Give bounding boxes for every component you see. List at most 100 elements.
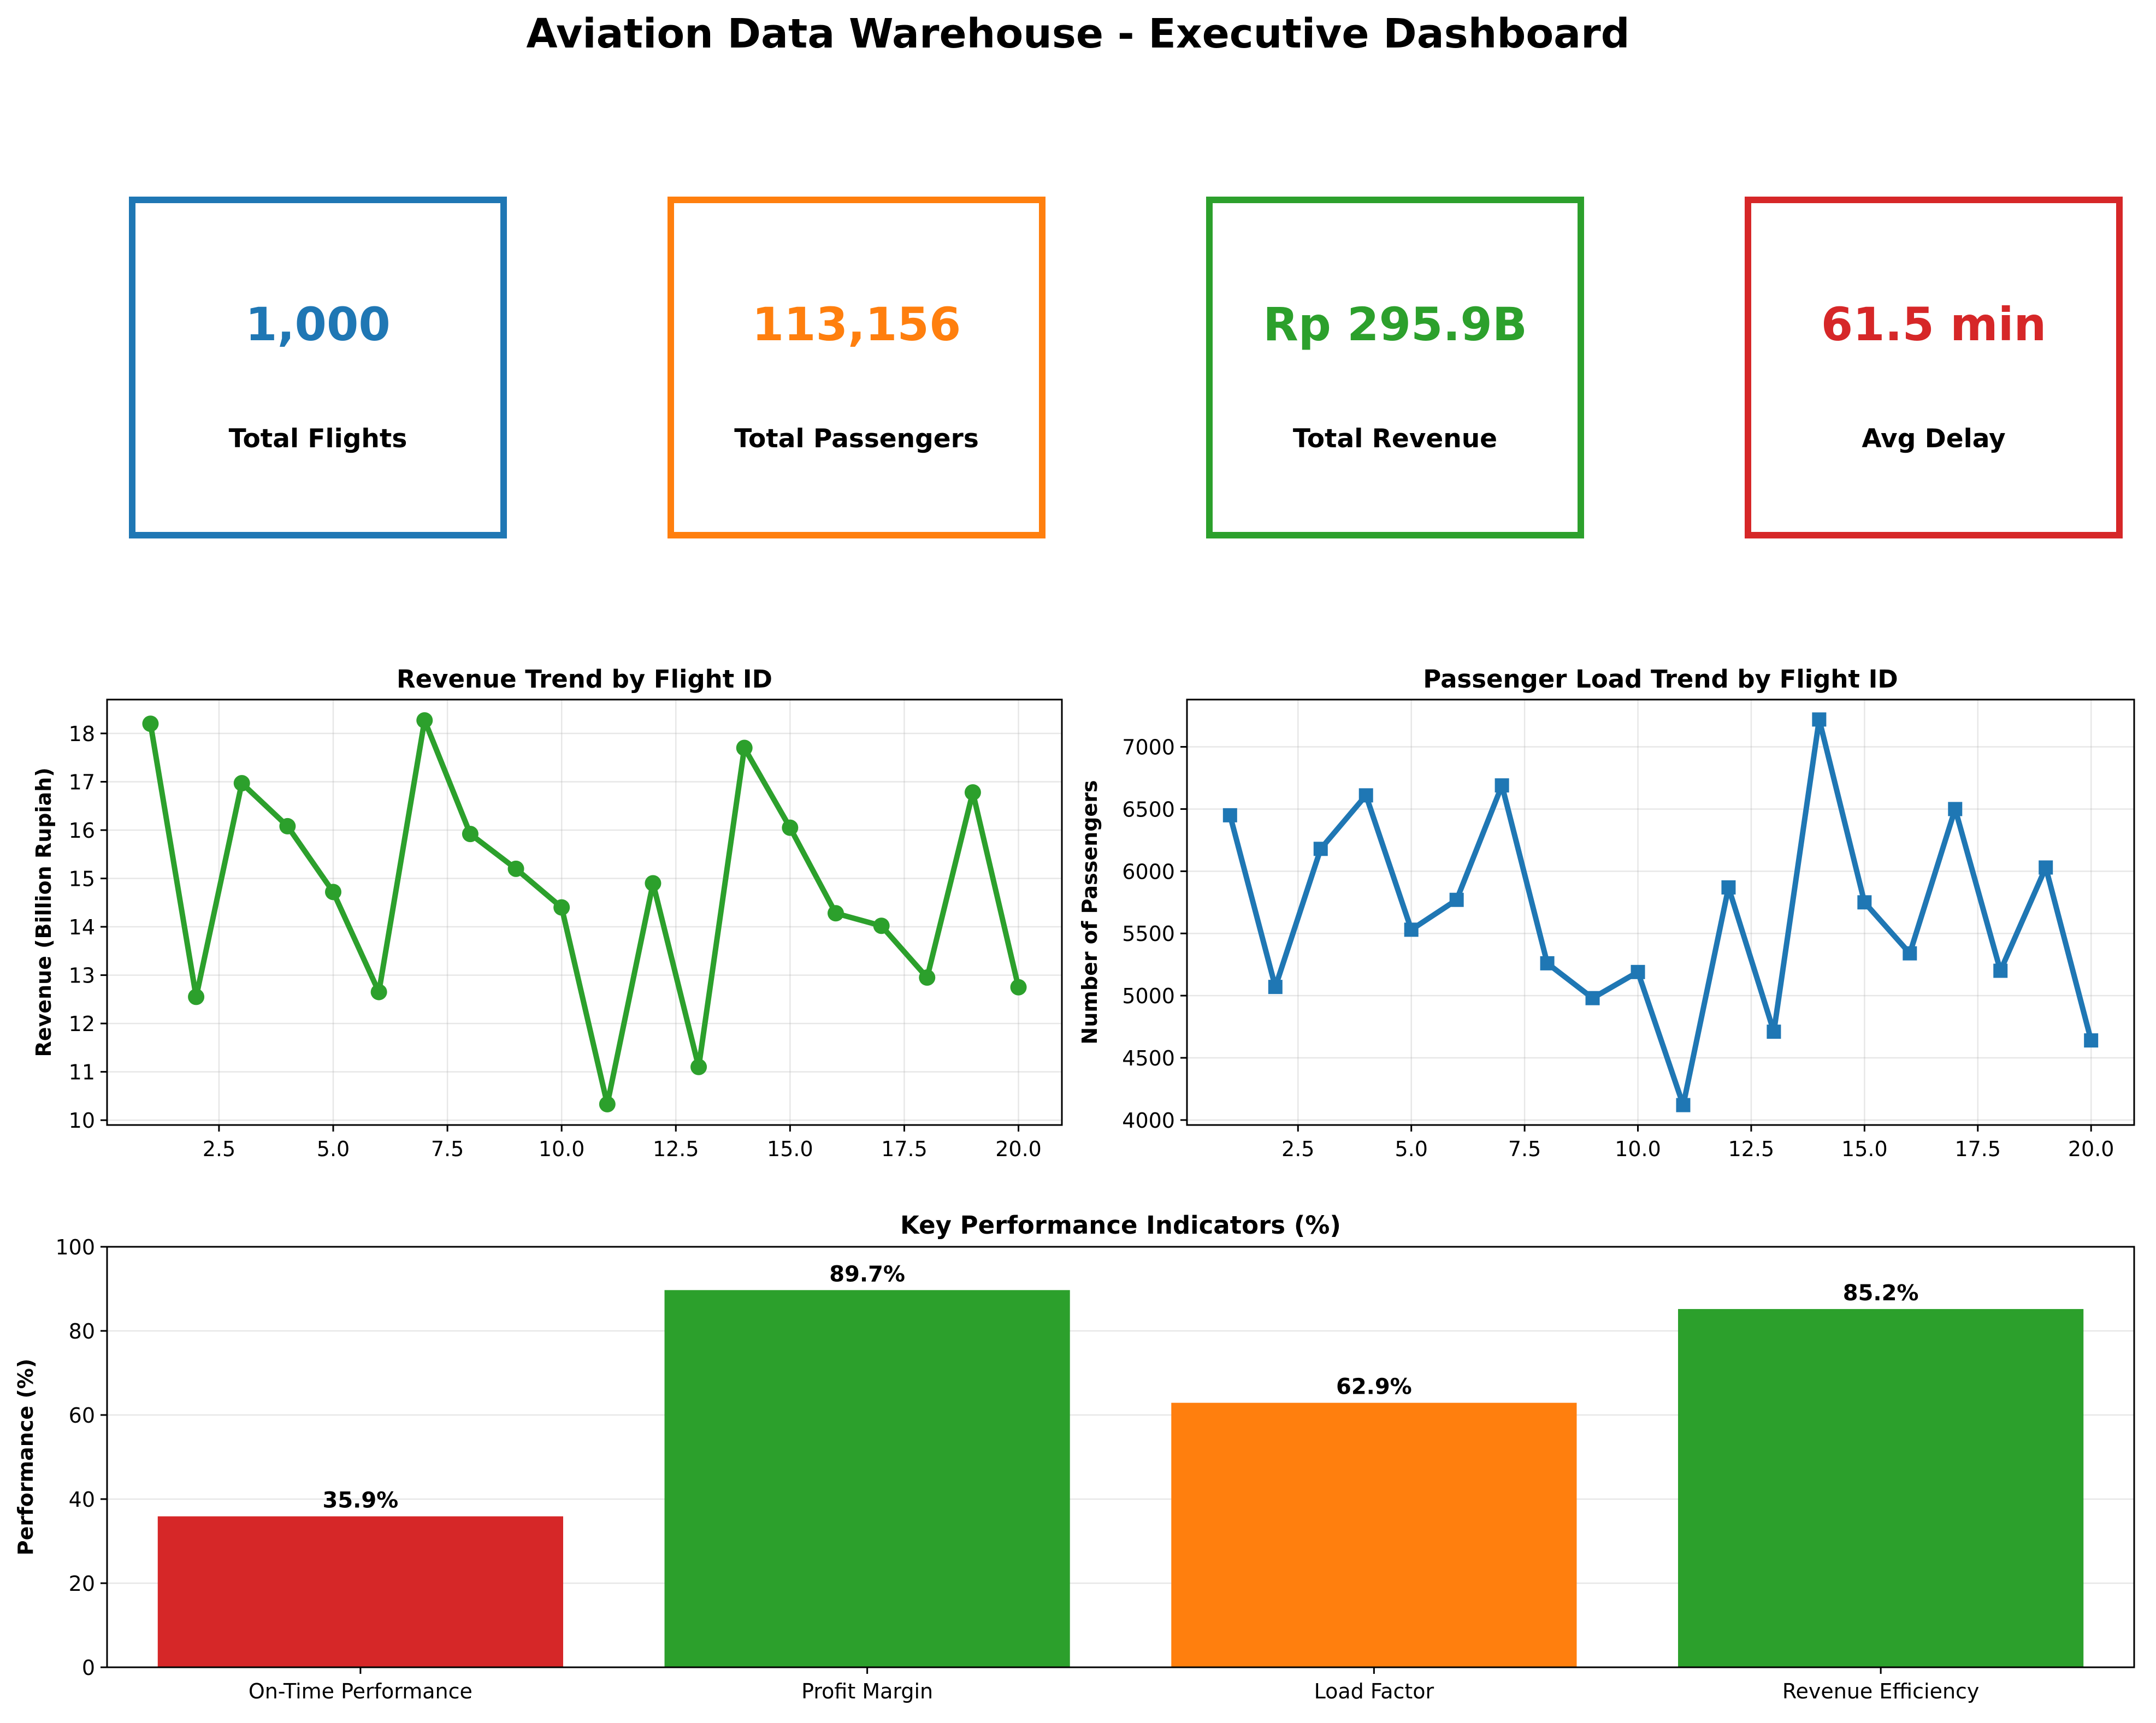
x-tick-label: 7.5 [431,1137,464,1161]
chart-title: Revenue Trend by Flight ID [397,665,772,694]
y-tick-label: 17 [69,770,95,794]
chart-title: Key Performance Indicators (%) [900,1211,1341,1240]
x-tick-label: 15.0 [767,1137,813,1161]
y-tick-label: 4500 [1122,1046,1175,1070]
y-tick-label: 40 [69,1488,95,1512]
plot-frame [106,698,1063,1126]
data-point [1495,778,1509,793]
data-point [1948,802,1963,816]
data-point [1404,922,1419,937]
y-axis-label: Number of Passengers [1078,780,1102,1044]
data-point [1010,979,1027,996]
plot-frame [1186,698,2135,1126]
x-tick-label: 5.0 [317,1137,350,1161]
data-point [1903,946,1917,961]
y-tick-label: 10 [69,1109,95,1133]
x-tick-label: 17.5 [1954,1137,2001,1161]
data-point [1767,1025,1781,1039]
data-point [782,819,799,836]
data-point [233,775,250,792]
bar [664,1290,1070,1667]
x-tick-label: 20.0 [995,1137,1042,1161]
y-tick-label: 7000 [1122,736,1175,760]
y-tick-label: 16 [69,819,95,843]
y-tick-label: 12 [69,1012,95,1036]
bar-value-label: 89.7% [829,1262,905,1287]
data-point [1676,1098,1691,1112]
data-point [599,1096,616,1112]
x-tick-label: 2.5 [203,1137,235,1161]
data-point [964,784,981,801]
data-point [1313,842,1328,856]
data-point [1540,956,1555,970]
data-point [690,1058,707,1075]
bar [1171,1402,1577,1667]
x-tick-label: On-Time Performance [249,1679,472,1703]
y-tick-label: 80 [69,1319,95,1343]
data-point [1721,880,1736,895]
data-point [2084,1033,2099,1048]
x-tick-label: Profit Margin [801,1679,933,1703]
y-tick-label: 100 [55,1235,95,1259]
data-point [553,899,570,916]
data-point [919,969,936,986]
bar [1678,1308,2084,1667]
chart-title: Passenger Load Trend by Flight ID [1423,665,1898,694]
data-point [1268,980,1283,994]
data-point [2039,860,2053,875]
x-tick-label: 5.0 [1395,1137,1427,1161]
data-point [1812,712,1827,727]
bar [157,1516,563,1667]
data-point [736,739,753,756]
bar-value-label: 35.9% [322,1488,398,1513]
y-tick-label: 20 [69,1572,95,1596]
y-tick-label: 60 [69,1404,95,1428]
x-tick-label: 20.0 [2068,1137,2114,1161]
x-tick-label: 15.0 [1841,1137,1888,1161]
data-point [142,715,159,732]
y-tick-label: 4000 [1122,1109,1175,1133]
data-point [1857,895,1872,910]
bar-value-label: 85.2% [1843,1281,1919,1306]
y-tick-label: 5500 [1122,922,1175,946]
y-tick-label: 14 [69,915,95,939]
data-point [279,818,296,834]
data-point [325,884,341,901]
data-point [1631,964,1645,979]
x-tick-label: 12.5 [1728,1137,1775,1161]
x-tick-label: 2.5 [1281,1137,1314,1161]
data-point [1993,963,2008,978]
y-tick-label: 5000 [1122,984,1175,1008]
x-tick-label: Revenue Efficiency [1782,1679,1980,1703]
bar-value-label: 62.9% [1336,1375,1412,1400]
data-point [645,875,661,892]
charts-canvas: 2.5 5.0 7.5 10.0 12.5 15.0 17.5 20.0 10 11 12 13 14 1… [14,665,2135,1703]
data-point [1585,991,1600,1005]
x-tick-label: 17.5 [881,1137,928,1161]
y-axis-label: Performance (%) [14,1359,38,1555]
y-tick-label: 11 [69,1061,95,1085]
y-tick-label: 6000 [1122,860,1175,884]
x-tick-label: 10.0 [1615,1137,1661,1161]
y-axis-label: Revenue (Billion Rupiah) [32,767,56,1057]
x-tick-label: 12.5 [653,1137,699,1161]
data-point [416,712,433,729]
data-point [873,917,890,934]
y-tick-label: 0 [82,1656,95,1680]
x-tick-label: 7.5 [1508,1137,1541,1161]
series-line [1227,717,2094,1108]
x-tick-label: Load Factor [1314,1679,1434,1703]
data-point [828,905,844,922]
data-point [1222,808,1237,822]
data-point [462,826,479,843]
series-line [147,718,1021,1107]
data-point [188,988,205,1005]
x-tick-label: 10.0 [539,1137,585,1161]
data-point [1449,892,1464,907]
y-tick-label: 18 [69,722,95,746]
y-tick-label: 13 [69,964,95,988]
data-point [370,984,387,1000]
y-tick-label: 15 [69,867,95,891]
data-point [1358,788,1373,803]
data-point [507,860,524,877]
